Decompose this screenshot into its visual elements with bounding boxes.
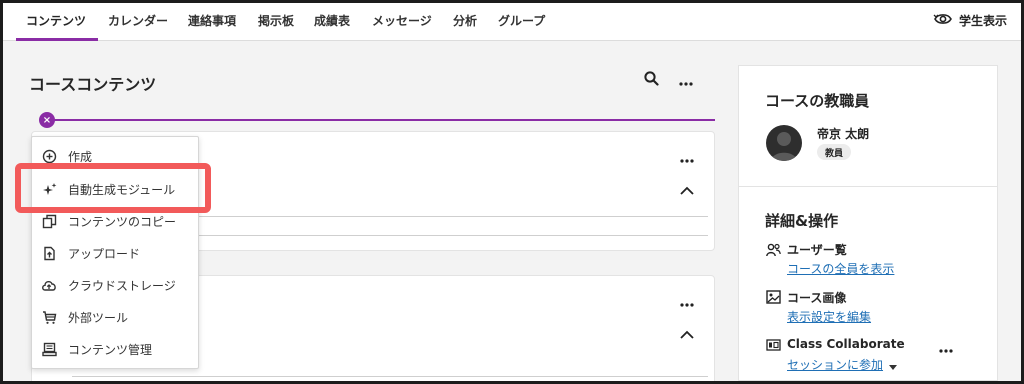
tab-groups[interactable]: グループ [498, 12, 545, 29]
student-view-label: 学生表示 [958, 14, 1007, 28]
search-button[interactable] [640, 69, 662, 91]
image-icon [765, 289, 781, 305]
app-frame: コンテンツ カレンダー 連絡事項 掲示板 成績表 メッセージ 分析 グループ 学… [3, 3, 1021, 381]
join-session-link[interactable]: セッションに参加 [787, 356, 883, 373]
content-more-button[interactable] [675, 69, 697, 91]
chevron-up-icon [680, 180, 694, 199]
avatar[interactable] [766, 125, 802, 161]
add-content-menu: 作成 自動生成モジュール コンテンツのコピー アップロード クラウドストレージ [31, 136, 199, 369]
menu-item-label: クラウドストレージ [68, 278, 176, 293]
collapse-module-button[interactable] [676, 178, 698, 200]
menu-item-copy-content[interactable]: コンテンツのコピー [32, 206, 198, 236]
menu-item-upload[interactable]: アップロード [32, 238, 198, 268]
sparkle-icon [41, 181, 57, 197]
cloud-upload-icon [41, 277, 57, 293]
staff-section-title: コースの教職員 [765, 92, 870, 110]
tab-announcements[interactable]: 連絡事項 [188, 12, 236, 29]
page-title: コースコンテンツ [29, 75, 157, 94]
content-manage-icon [41, 341, 57, 357]
add-content-divider [51, 119, 715, 121]
menu-item-label: コンテンツ管理 [68, 342, 153, 357]
active-tab-indicator [16, 38, 98, 41]
role-badge: 教員 [817, 144, 852, 160]
menu-item-label: コンテンツのコピー [68, 214, 177, 229]
student-view-button[interactable]: 学生表示 [933, 12, 1007, 29]
menu-item-external-tools[interactable]: 外部ツール [32, 302, 198, 332]
menu-item-label: 外部ツール [68, 310, 129, 325]
more-horizontal-icon [680, 292, 694, 311]
module-more-button[interactable] [676, 290, 698, 312]
chevron-up-icon [680, 324, 694, 343]
collaborate-more-button[interactable] [935, 336, 957, 358]
module-separator [72, 376, 708, 377]
plus-circle-icon [41, 148, 57, 164]
top-navigation: コンテンツ カレンダー 連絡事項 掲示板 成績表 メッセージ 分析 グループ 学… [3, 3, 1021, 41]
more-horizontal-icon [679, 71, 693, 90]
more-horizontal-icon [939, 338, 953, 357]
tab-messages[interactable]: メッセージ [372, 12, 432, 29]
copy-icon [41, 213, 57, 229]
module-more-button[interactable] [676, 146, 698, 168]
side-divider [739, 186, 997, 187]
caret-down-icon[interactable] [885, 359, 901, 375]
class-collaborate-label: Class Collaborate [787, 337, 905, 351]
menu-item-content-management[interactable]: コンテンツ管理 [32, 334, 198, 364]
search-icon [643, 70, 659, 90]
edit-display-settings-link[interactable]: 表示設定を編集 [787, 308, 871, 325]
tab-content[interactable]: コンテンツ [26, 12, 86, 29]
menu-item-label: 自動生成モジュール [68, 182, 176, 197]
tab-gradebook[interactable]: 成績表 [314, 12, 350, 29]
upload-icon [41, 245, 57, 261]
tab-calendar[interactable]: カレンダー [108, 12, 168, 29]
menu-item-label: 作成 [68, 149, 93, 164]
menu-item-auto-generate-module[interactable]: 自動生成モジュール [32, 174, 198, 204]
menu-item-create[interactable]: 作成 [32, 141, 198, 171]
course-image-label: コース画像 [787, 291, 847, 305]
cart-icon [41, 309, 57, 325]
users-icon [765, 242, 781, 258]
users-label: ユーザー覧 [787, 243, 847, 257]
eye-refresh-icon [933, 12, 953, 29]
menu-item-cloud-storage[interactable]: クラウドストレージ [32, 270, 198, 300]
view-all-members-link[interactable]: コースの全員を表示 [787, 260, 894, 277]
collaborate-icon [765, 337, 781, 353]
tab-discussions[interactable]: 掲示板 [258, 12, 294, 29]
details-section-title: 詳細&操作 [765, 212, 839, 230]
collapse-module-button[interactable] [676, 322, 698, 344]
teacher-name[interactable]: 帝京 太朗 [817, 125, 869, 142]
more-horizontal-icon [680, 148, 694, 167]
tab-analytics[interactable]: 分析 [453, 12, 477, 29]
close-divider-button[interactable]: × [39, 112, 55, 128]
menu-item-label: アップロード [68, 246, 141, 261]
